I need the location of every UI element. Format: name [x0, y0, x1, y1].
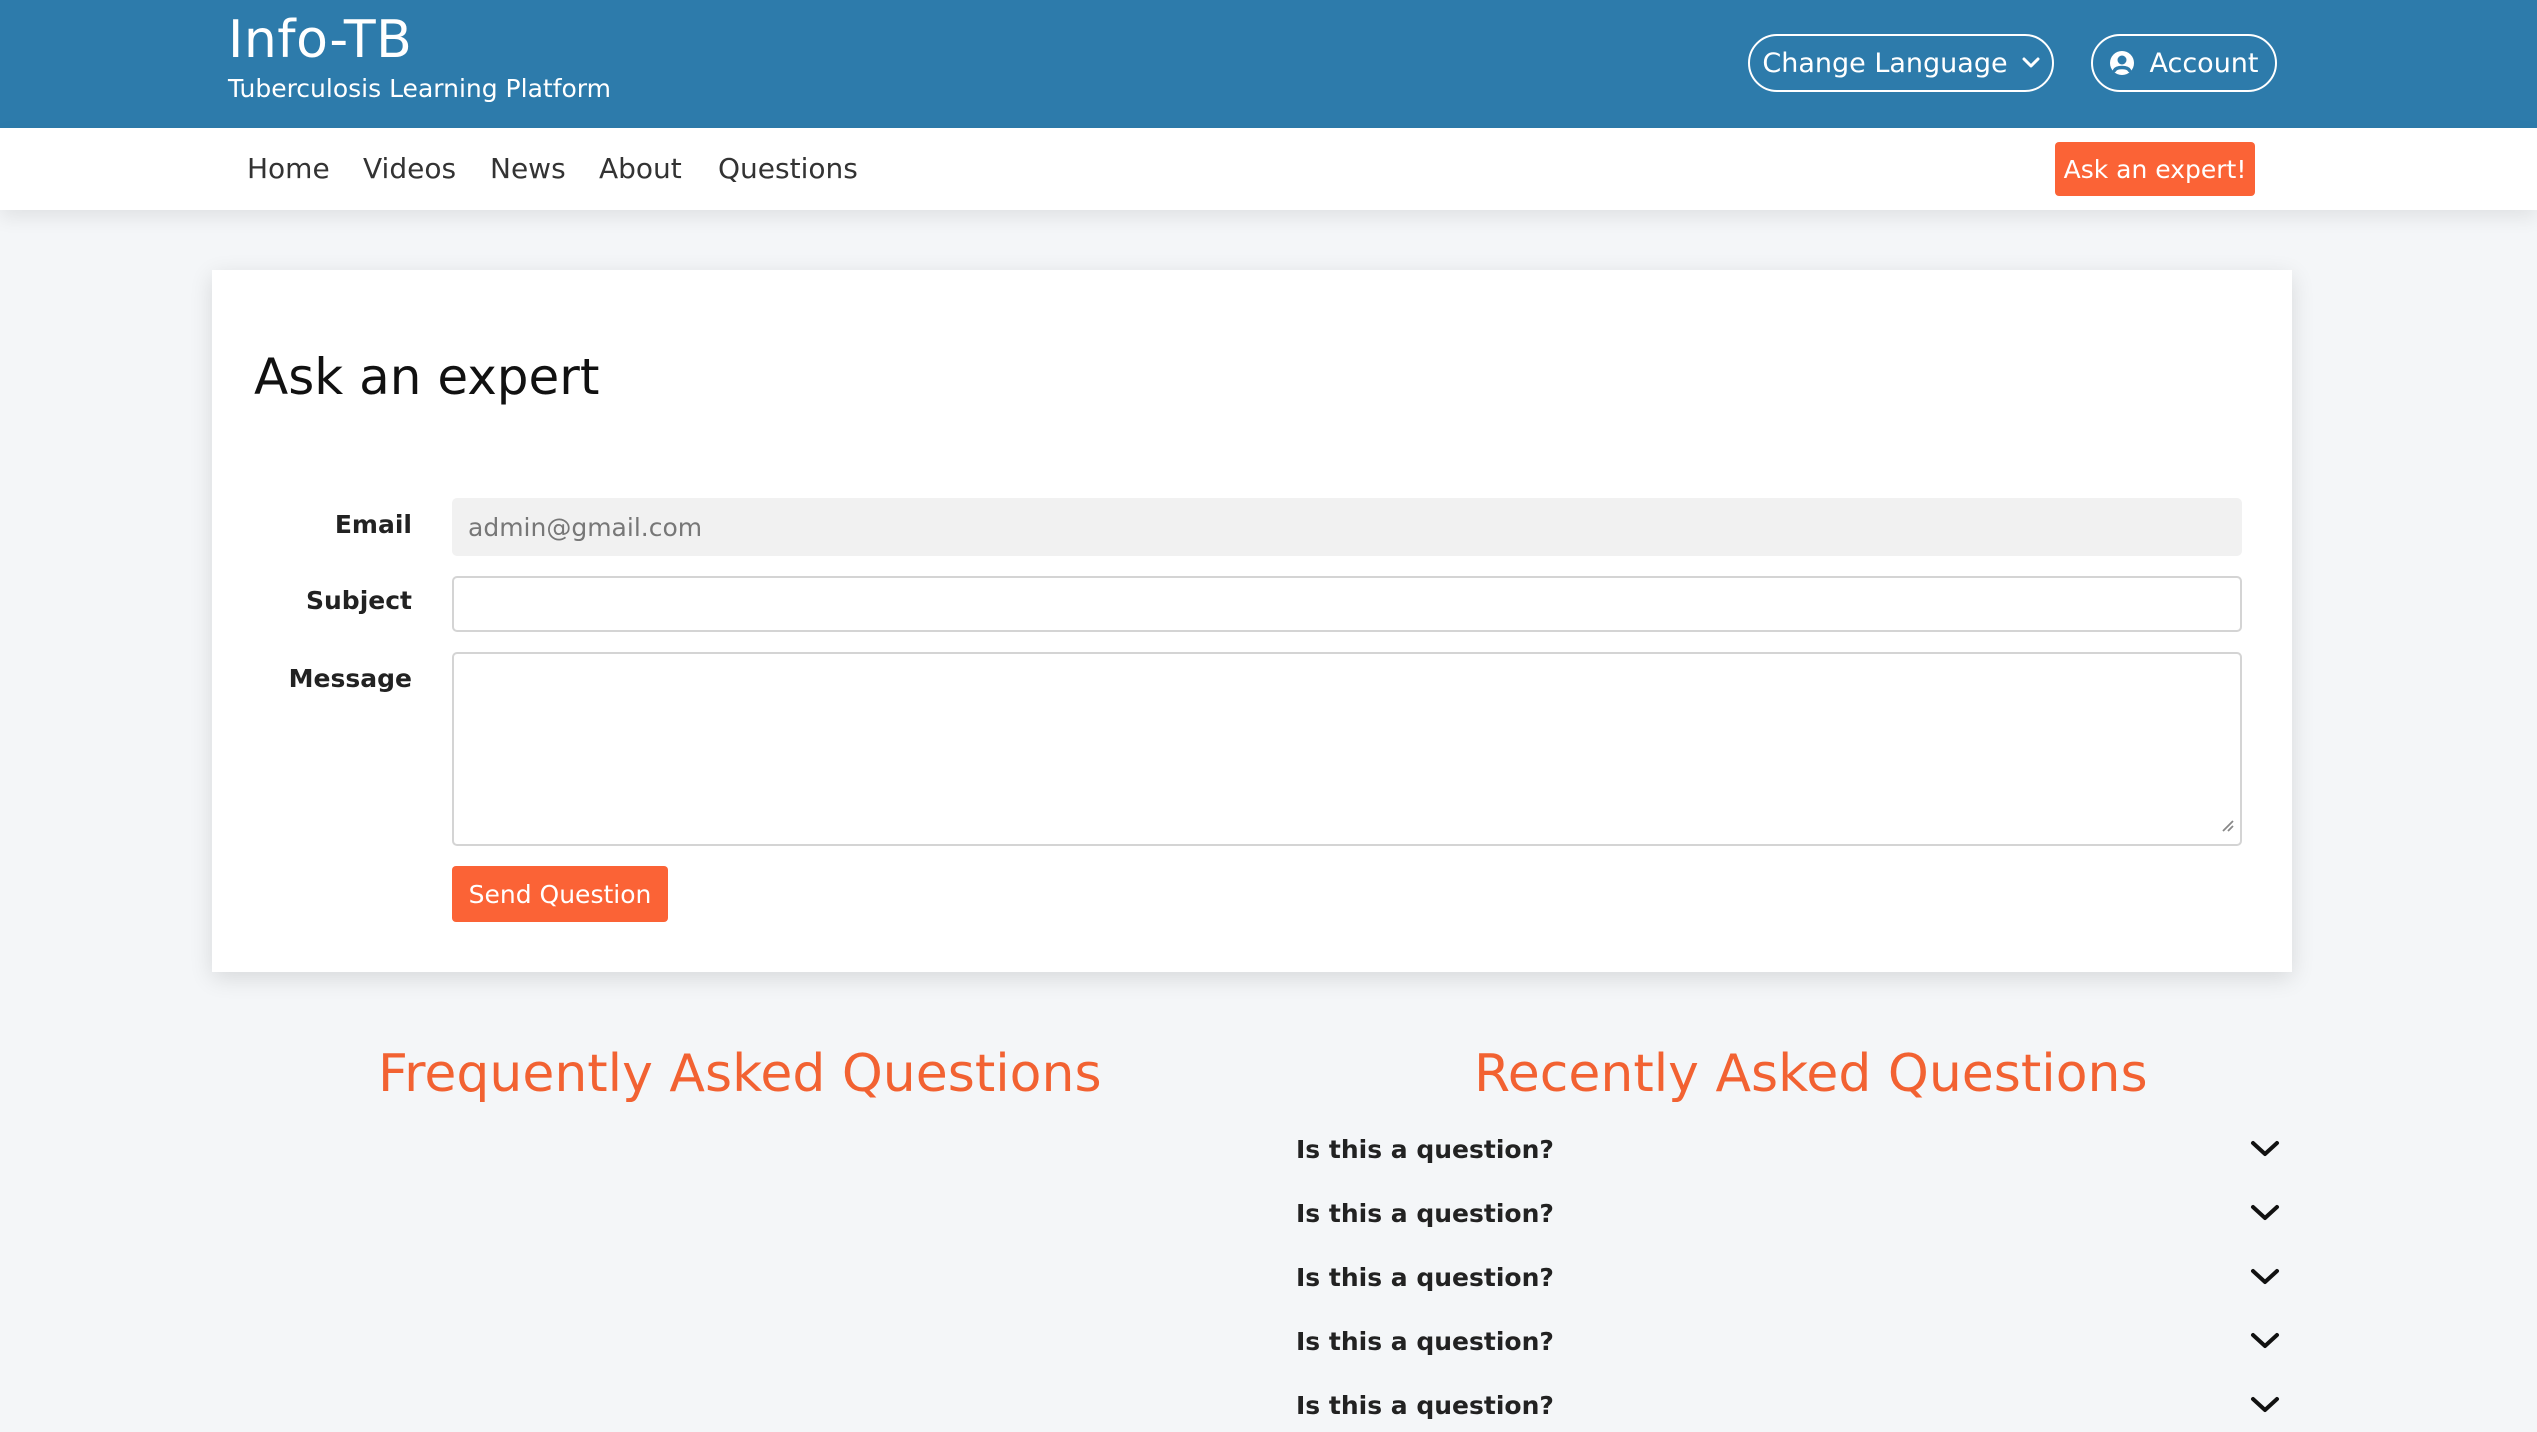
main-nav: Home Videos News About Questions Ask an … [0, 128, 2537, 210]
email-label: Email [334, 510, 412, 539]
brand-title[interactable]: Info-TB [228, 10, 412, 70]
account-label: Account [2149, 47, 2259, 79]
question-item[interactable]: Is this a question? [1296, 1380, 2280, 1430]
chevron-down-icon[interactable] [2250, 1267, 2280, 1287]
nav-item-about[interactable]: About [599, 152, 682, 185]
chevron-down-icon[interactable] [2250, 1395, 2280, 1415]
user-circle-icon [2109, 50, 2135, 76]
question-item[interactable]: Is this a question? [1296, 1316, 2280, 1366]
question-text: Is this a question? [1296, 1326, 1554, 1356]
message-field[interactable] [452, 652, 2242, 846]
ask-expert-card: Ask an expert Email admin@gmail.com Subj… [212, 270, 2292, 972]
message-label: Message [288, 664, 412, 693]
chevron-down-icon[interactable] [2250, 1203, 2280, 1223]
chevron-down-icon[interactable] [2250, 1139, 2280, 1159]
question-text: Is this a question? [1296, 1390, 1554, 1420]
faq-title: Frequently Asked Questions [378, 1044, 1102, 1104]
subject-field[interactable] [452, 576, 2242, 632]
change-language-button[interactable]: Change Language [1748, 34, 2054, 92]
question-item[interactable]: Is this a question? [1296, 1188, 2280, 1238]
nav-item-home[interactable]: Home [247, 152, 330, 185]
top-header: Info-TB Tuberculosis Learning Platform C… [0, 0, 2537, 128]
nav-item-news[interactable]: News [490, 152, 566, 185]
recent-questions-title: Recently Asked Questions [1474, 1044, 2148, 1104]
nav-item-videos[interactable]: Videos [363, 152, 456, 185]
question-text: Is this a question? [1296, 1262, 1554, 1292]
change-language-label: Change Language [1762, 47, 2008, 79]
question-text: Is this a question? [1296, 1198, 1554, 1228]
send-question-button[interactable]: Send Question [452, 866, 668, 922]
resize-grip-icon[interactable] [2218, 809, 2234, 838]
page-title: Ask an expert [254, 348, 600, 406]
nav-item-questions[interactable]: Questions [718, 152, 858, 185]
question-item[interactable]: Is this a question? [1296, 1124, 2280, 1174]
chevron-down-icon [2022, 57, 2040, 69]
subject-label: Subject [306, 586, 412, 615]
question-text: Is this a question? [1296, 1134, 1554, 1164]
ask-expert-nav-button[interactable]: Ask an expert! [2055, 142, 2255, 196]
brand-subtitle: Tuberculosis Learning Platform [228, 74, 611, 103]
chevron-down-icon[interactable] [2250, 1331, 2280, 1351]
account-button[interactable]: Account [2091, 34, 2277, 92]
email-field[interactable]: admin@gmail.com [452, 498, 2242, 556]
question-item[interactable]: Is this a question? [1296, 1252, 2280, 1302]
